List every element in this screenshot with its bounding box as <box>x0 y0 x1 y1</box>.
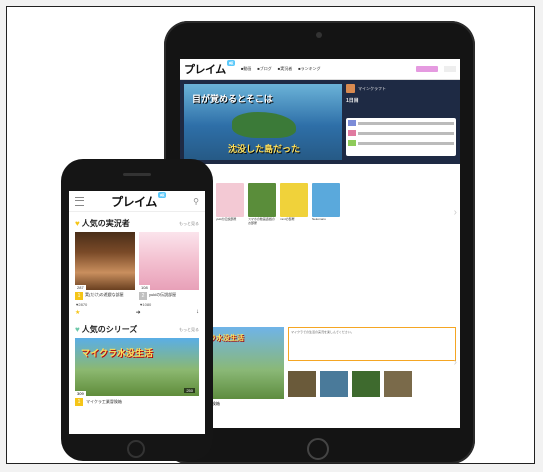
heart-icon: ♥ <box>75 219 80 228</box>
heart-icon: ♥ <box>75 325 80 334</box>
phone-home-button[interactable] <box>127 440 145 458</box>
series-name[interactable]: マイクラ工業冒険箱 <box>86 399 122 405</box>
tablet-popular-grid: 実(だけ)の遊戯な部屋 yukiの伝説部屋 スマホの動画遊戯のお部屋 mmlの部… <box>180 183 460 225</box>
phone-screen: プレイム β版 ⚲ ♥ 人気の実況者 もっと見る 287 1 実(だけ)の遊戯な部屋… <box>69 191 205 434</box>
player-card[interactable]: yukiの伝説部屋 <box>216 183 244 225</box>
view-count: 287 <box>75 285 86 290</box>
tablet-home-button[interactable] <box>307 438 329 460</box>
tablet-logo[interactable]: プレイム β版 <box>184 60 235 77</box>
tablet-series-section: 人気のシリーズ マイクラ水没生活 マイクラでの生活の実況を楽しんでください。 <box>180 317 460 409</box>
hero-side-header: マインクラフト <box>346 84 456 93</box>
tablet-screen: プレイム β版 ■動画 ■ブログ ■実況者 ■ランキング 目が覚めるとそこは 沈没… <box>180 59 460 428</box>
tablet-camera-icon <box>316 32 322 38</box>
hero-caption-line1: 目が覚めるとそこは <box>192 95 273 105</box>
player-card[interactable]: 287 1 実(だけ)の遊戯な部屋 ♥2870 <box>75 232 135 307</box>
rank-badge: 2 <box>139 292 147 300</box>
phone-device: プレイム β版 ⚲ ♥ 人気の実況者 もっと見る 287 1 実(だけ)の遊戯な部屋… <box>61 159 213 461</box>
player-likes: ♥1080 <box>140 302 152 307</box>
beta-badge: β版 <box>226 60 235 66</box>
menu-icon[interactable] <box>75 196 84 206</box>
list-item[interactable] <box>346 128 456 138</box>
beta-badge: β版 <box>157 191 167 198</box>
phone-series-header: ♥ 人気のシリーズ もっと見る <box>69 318 205 338</box>
player-likes: ♥2870 <box>76 302 88 307</box>
tablet-series-row: マイクラ水没生活 マイクラでの生活の実況を楽しんでください。 <box>180 327 460 399</box>
series-footer: 1 マイクラ工業冒険箱 <box>69 396 205 408</box>
phone-navbar: プレイム β版 ⚲ <box>69 191 205 212</box>
hero-side-title: マインクラフト <box>358 85 386 91</box>
phone-speaker-icon <box>123 173 151 176</box>
tablet-search-input[interactable] <box>416 66 438 72</box>
series-footer: マイクラ工業冒険箱 <box>180 399 460 409</box>
down-icon[interactable]: ↓ <box>196 309 199 316</box>
hero-caption-line2: 沈没した島だった <box>228 145 301 155</box>
tablet-popular-section: 人気の実況者 実(だけ)の遊戯な部屋 yukiの伝説部屋 スマホの動画遊戯のお部… <box>180 173 460 225</box>
screenshot-frame: プレイム β版 ■動画 ■ブログ ■実況者 ■ランキング 目が覚めるとそこは 沈没… <box>6 6 535 464</box>
series-mini-row <box>288 371 412 397</box>
carousel-next-icon[interactable]: › <box>454 357 457 368</box>
carousel-next-icon[interactable]: › <box>454 207 457 218</box>
series-mini-thumb[interactable] <box>352 371 380 397</box>
series-view-count: 309 <box>75 391 86 396</box>
series-caption: マイクラ水没生活 <box>81 349 153 359</box>
nav-item-players[interactable]: ■実況者 <box>278 66 292 72</box>
tablet-popular-title: 人気の実況者 <box>180 173 460 183</box>
tablet-navbar: プレイム β版 ■動画 ■ブログ ■実況者 ■ランキング <box>180 59 460 80</box>
nav-item-blog[interactable]: ■ブログ <box>257 66 271 72</box>
rank-badge: 1 <box>75 292 83 300</box>
card-title-row: 2 yukiの伝説部屋 <box>139 290 199 300</box>
more-link[interactable]: もっと見る <box>179 221 199 227</box>
list-item[interactable] <box>346 118 456 128</box>
series-episode-count: 250 <box>184 388 195 393</box>
arrow-icon[interactable]: ➜ <box>136 309 141 316</box>
hero-side-stat: 1日目 <box>346 98 359 104</box>
player-thumbnail: 287 <box>75 232 135 290</box>
phone-popular-cards: 287 1 実(だけ)の遊戯な部屋 ♥2870 108 2 yukiの伝説部屋 <box>69 232 205 307</box>
phone-popular-title: ♥ 人気の実況者 <box>75 219 130 228</box>
series-mini-thumb[interactable] <box>320 371 348 397</box>
card-actions: ★ ➜ ↓ <box>69 307 205 318</box>
player-thumbnail: 108 <box>139 232 199 290</box>
series-mini-thumb[interactable] <box>288 371 316 397</box>
star-icon[interactable]: ★ <box>75 309 80 316</box>
phone-logo[interactable]: プレイム β版 <box>111 191 167 210</box>
series-description: マイクラでの生活の実況を楽しんでください。 <box>288 327 456 361</box>
series-info: マイクラでの生活の実況を楽しんでください。 <box>288 327 456 399</box>
more-link[interactable]: もっと見る <box>179 327 199 333</box>
rank-badge: 1 <box>75 398 83 406</box>
player-card[interactable]: mmlの部屋 <box>280 183 308 225</box>
list-item[interactable] <box>346 138 456 148</box>
island-image <box>232 112 296 138</box>
tablet-login-button[interactable] <box>444 66 456 72</box>
player-name[interactable]: yukiの伝説部屋 <box>149 292 176 297</box>
avatar[interactable] <box>346 84 355 93</box>
tablet-hero: 目が覚めるとそこは 沈没した島だった マインクラフト 1日目 <box>180 80 460 164</box>
tablet-series-title: 人気のシリーズ <box>180 317 460 327</box>
player-name[interactable]: 実(だけ)の遊戯な部屋 <box>85 292 124 297</box>
hero-side-panel: マインクラフト 1日目 <box>346 84 456 160</box>
player-card[interactable]: Nekomaru <box>312 183 340 225</box>
nav-item-videos[interactable]: ■動画 <box>241 66 251 72</box>
player-card[interactable]: スマホの動画遊戯のお部屋 <box>248 183 276 225</box>
phone-popular-header: ♥ 人気の実況者 もっと見る <box>69 212 205 232</box>
series-thumbnail[interactable]: マイクラ水没生活 309 250 <box>75 338 199 396</box>
view-count: 108 <box>139 285 150 290</box>
hero-side-list <box>346 118 456 156</box>
series-mini-thumb[interactable] <box>384 371 412 397</box>
player-card[interactable]: 108 2 yukiの伝説部屋 ♥1080 <box>139 232 199 307</box>
tablet-info-strip <box>180 166 460 172</box>
card-title-row: 1 実(だけ)の遊戯な部屋 <box>75 290 135 300</box>
nav-item-ranking[interactable]: ■ランキング <box>298 66 320 72</box>
search-icon[interactable]: ⚲ <box>193 197 199 206</box>
hero-video-thumbnail[interactable]: 目が覚めるとそこは 沈没した島だった <box>184 84 342 160</box>
phone-series-title: ♥ 人気のシリーズ <box>75 325 138 334</box>
